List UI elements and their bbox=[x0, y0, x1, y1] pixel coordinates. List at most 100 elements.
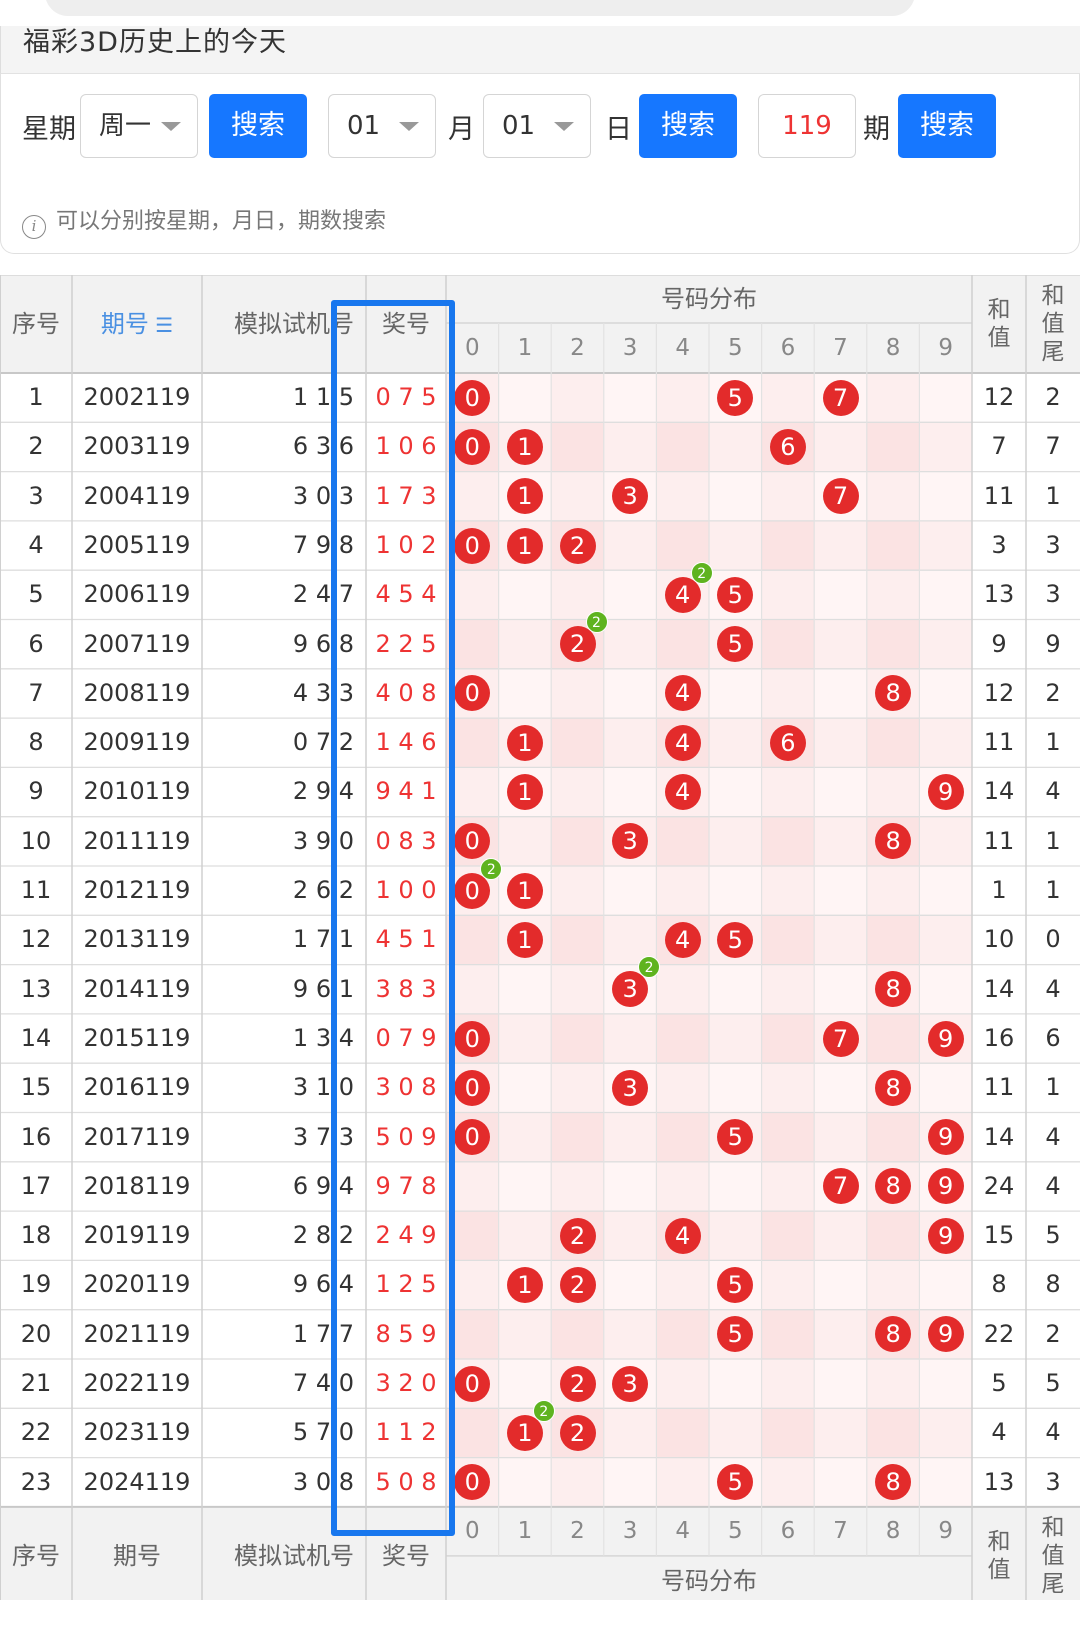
digit-header: 4 bbox=[675, 335, 690, 361]
row-sum-tail: 3 bbox=[1045, 580, 1061, 609]
dist-col-shade bbox=[551, 718, 604, 768]
row-period: 2016119 bbox=[83, 1073, 191, 1102]
number-ball: 2 bbox=[559, 1217, 596, 1254]
dist-col-shade bbox=[551, 1161, 604, 1212]
row-period: 2018119 bbox=[83, 1171, 191, 1200]
number-ball: 4 bbox=[664, 724, 701, 761]
row-period: 2010119 bbox=[83, 777, 191, 806]
col-header-period[interactable]: 期号 ☰ bbox=[72, 275, 202, 373]
footer-digit: 8 bbox=[885, 1517, 901, 1544]
row-winning-number: 9 4 1 bbox=[375, 777, 437, 806]
row-index: 7 bbox=[28, 678, 44, 707]
footer-sum-tail: 和值尾 bbox=[1041, 1514, 1065, 1597]
period-label: 期 bbox=[863, 114, 890, 145]
dist-col-shade bbox=[866, 866, 920, 916]
weekday-value: 周一 bbox=[99, 111, 152, 141]
dist-col-shade bbox=[656, 1457, 709, 1507]
row-winning-number: 0 8 3 bbox=[375, 826, 437, 855]
dist-col-shade bbox=[866, 1260, 920, 1310]
dist-col-shade bbox=[656, 1112, 709, 1162]
month-select[interactable]: 01 bbox=[328, 94, 436, 158]
number-ball: 1 bbox=[506, 774, 543, 811]
dist-col-shade bbox=[866, 1013, 920, 1064]
row-sim-number: 2 4 7 bbox=[292, 580, 354, 609]
row-winning-number: 4 0 8 bbox=[375, 678, 437, 707]
row-sum-tail: 5 bbox=[1045, 1221, 1061, 1250]
row-period: 2023119 bbox=[83, 1418, 191, 1447]
row-index: 8 bbox=[28, 728, 44, 757]
dist-col-shade bbox=[551, 422, 604, 472]
period-input[interactable]: 119 bbox=[758, 94, 856, 158]
row-sum: 10 bbox=[983, 925, 1015, 954]
digit-header: 5 bbox=[727, 335, 743, 361]
number-ball: 6 bbox=[769, 428, 806, 465]
search-tip: i 可以分别按星期，月日，期数搜索 bbox=[22, 203, 386, 239]
row-sim-number: 6 3 6 bbox=[292, 432, 354, 461]
row-sim-number: 2 9 4 bbox=[292, 777, 354, 806]
row-sim-number: 7 4 0 bbox=[292, 1369, 354, 1397]
row-winning-number: 0 7 9 bbox=[375, 1023, 437, 1052]
row-index: 6 bbox=[28, 629, 44, 658]
digit-header: 1 bbox=[517, 335, 533, 361]
row-winning-number: 1 1 2 bbox=[375, 1418, 437, 1447]
row-sum-tail: 0 bbox=[1045, 925, 1061, 954]
page-title: 福彩3D历史上的今天 bbox=[23, 27, 287, 58]
footer-winning-number: 奖号 bbox=[382, 1541, 430, 1570]
row-sim-number: 9 6 1 bbox=[292, 974, 354, 1003]
row-sum: 11 bbox=[983, 1073, 1015, 1102]
day-value: 01 bbox=[502, 111, 536, 141]
row-index: 23 bbox=[20, 1467, 52, 1496]
dist-col-shade bbox=[761, 471, 815, 521]
dist-col-shade bbox=[866, 520, 920, 571]
col-header-sim-number: 模拟试机号 bbox=[234, 310, 354, 338]
row-sim-number: 1 1 5 bbox=[292, 383, 354, 411]
row-index: 12 bbox=[20, 925, 52, 954]
row-sum: 14 bbox=[983, 777, 1015, 806]
dist-col-shade bbox=[656, 619, 709, 669]
row-period: 2003119 bbox=[83, 432, 191, 461]
weekday-label: 星期 bbox=[22, 114, 76, 145]
weekday-select[interactable]: 周一 bbox=[80, 94, 198, 158]
row-sum: 11 bbox=[983, 728, 1015, 757]
row-sim-number: 1 7 1 bbox=[292, 925, 354, 954]
search-period-button[interactable]: 搜索 bbox=[898, 94, 996, 158]
dist-col-shade bbox=[761, 1457, 815, 1507]
row-period: 2015119 bbox=[83, 1023, 191, 1052]
dist-col-shade bbox=[446, 570, 499, 620]
row-period: 2021119 bbox=[83, 1319, 191, 1348]
row-sim-number: 3 0 8 bbox=[292, 1467, 354, 1496]
dist-col-shade bbox=[656, 1359, 709, 1409]
sort-icon[interactable]: ☰ bbox=[149, 313, 173, 337]
dist-col-shade bbox=[761, 668, 815, 719]
row-index: 22 bbox=[20, 1418, 52, 1447]
dist-col-shade bbox=[866, 1211, 920, 1261]
row-winning-number: 1 7 3 bbox=[375, 481, 437, 510]
number-ball: 1 bbox=[506, 724, 543, 761]
number-ball: 7 bbox=[822, 1168, 859, 1205]
row-sum-tail: 3 bbox=[1045, 530, 1061, 559]
search-weekday-button[interactable]: 搜索 bbox=[209, 94, 307, 158]
row-sum: 3 bbox=[991, 530, 1007, 559]
search-pill[interactable] bbox=[45, 0, 915, 16]
row-sum: 4 bbox=[991, 1418, 1007, 1447]
row-index: 9 bbox=[28, 777, 44, 806]
row-winning-number: 1 0 6 bbox=[375, 432, 437, 461]
row-sum-tail: 4 bbox=[1045, 974, 1061, 1003]
row-sim-number: 1 3 4 bbox=[292, 1023, 354, 1052]
row-sum: 13 bbox=[983, 1467, 1015, 1496]
number-ball: 6 bbox=[769, 724, 806, 761]
dist-col-shade bbox=[446, 1211, 499, 1261]
dist-col-shade bbox=[656, 373, 709, 423]
row-index: 19 bbox=[20, 1270, 52, 1299]
digit-header: 8 bbox=[885, 335, 901, 361]
day-select[interactable]: 01 bbox=[483, 94, 591, 158]
row-index: 16 bbox=[20, 1122, 52, 1151]
row-sum: 12 bbox=[983, 678, 1015, 707]
search-date-button[interactable]: 搜索 bbox=[639, 94, 737, 158]
row-winning-number: 5 0 8 bbox=[375, 1467, 437, 1496]
number-ball: 2 bbox=[559, 626, 596, 663]
number-ball: 5 bbox=[717, 379, 754, 416]
row-sum-tail: 1 bbox=[1045, 826, 1061, 855]
row-winning-number: 2 2 5 bbox=[375, 629, 437, 658]
row-sum-tail: 1 bbox=[1045, 728, 1061, 757]
